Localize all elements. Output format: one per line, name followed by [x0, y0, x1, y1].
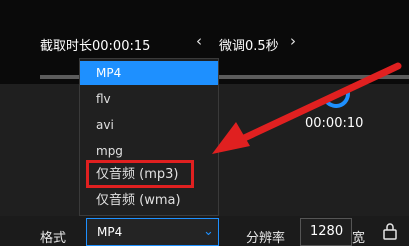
format-select[interactable]: MP4 ⌄ — [86, 218, 219, 246]
nudge-label: 微调0.5秒 — [219, 39, 279, 54]
format-option-audio-wma[interactable]: 仅音频 (wma) — [80, 189, 218, 213]
video-export-panel: 截取时长00:00:15 ‹ 微调0.5秒 › 00:00:10 MP4 flv… — [0, 0, 409, 246]
format-label: 格式 — [40, 231, 67, 246]
width-unit-label: 宽 — [352, 231, 366, 246]
capture-duration-label: 截取时长00:00:15 — [40, 39, 151, 54]
annotation-highlight-box — [86, 160, 194, 188]
chevron-left-icon[interactable]: ‹ — [196, 32, 202, 50]
resolution-label: 分辨率 — [246, 231, 286, 246]
chevron-down-icon: ⌄ — [203, 224, 214, 239]
format-dropdown-list: MP4 flv avi mpg 仅音频 (mp3) 仅音频 (wma) — [79, 58, 219, 216]
lock-icon[interactable] — [383, 222, 397, 240]
current-time: 00:00:10 — [305, 116, 364, 131]
format-select-value: MP4 — [97, 225, 123, 239]
chevron-right-icon[interactable]: › — [290, 32, 296, 50]
format-option-avi[interactable]: avi — [80, 113, 218, 137]
width-input[interactable]: 1280 — [300, 218, 352, 246]
format-option-mp4[interactable]: MP4 — [80, 61, 218, 85]
format-option-flv[interactable]: flv — [80, 87, 218, 111]
